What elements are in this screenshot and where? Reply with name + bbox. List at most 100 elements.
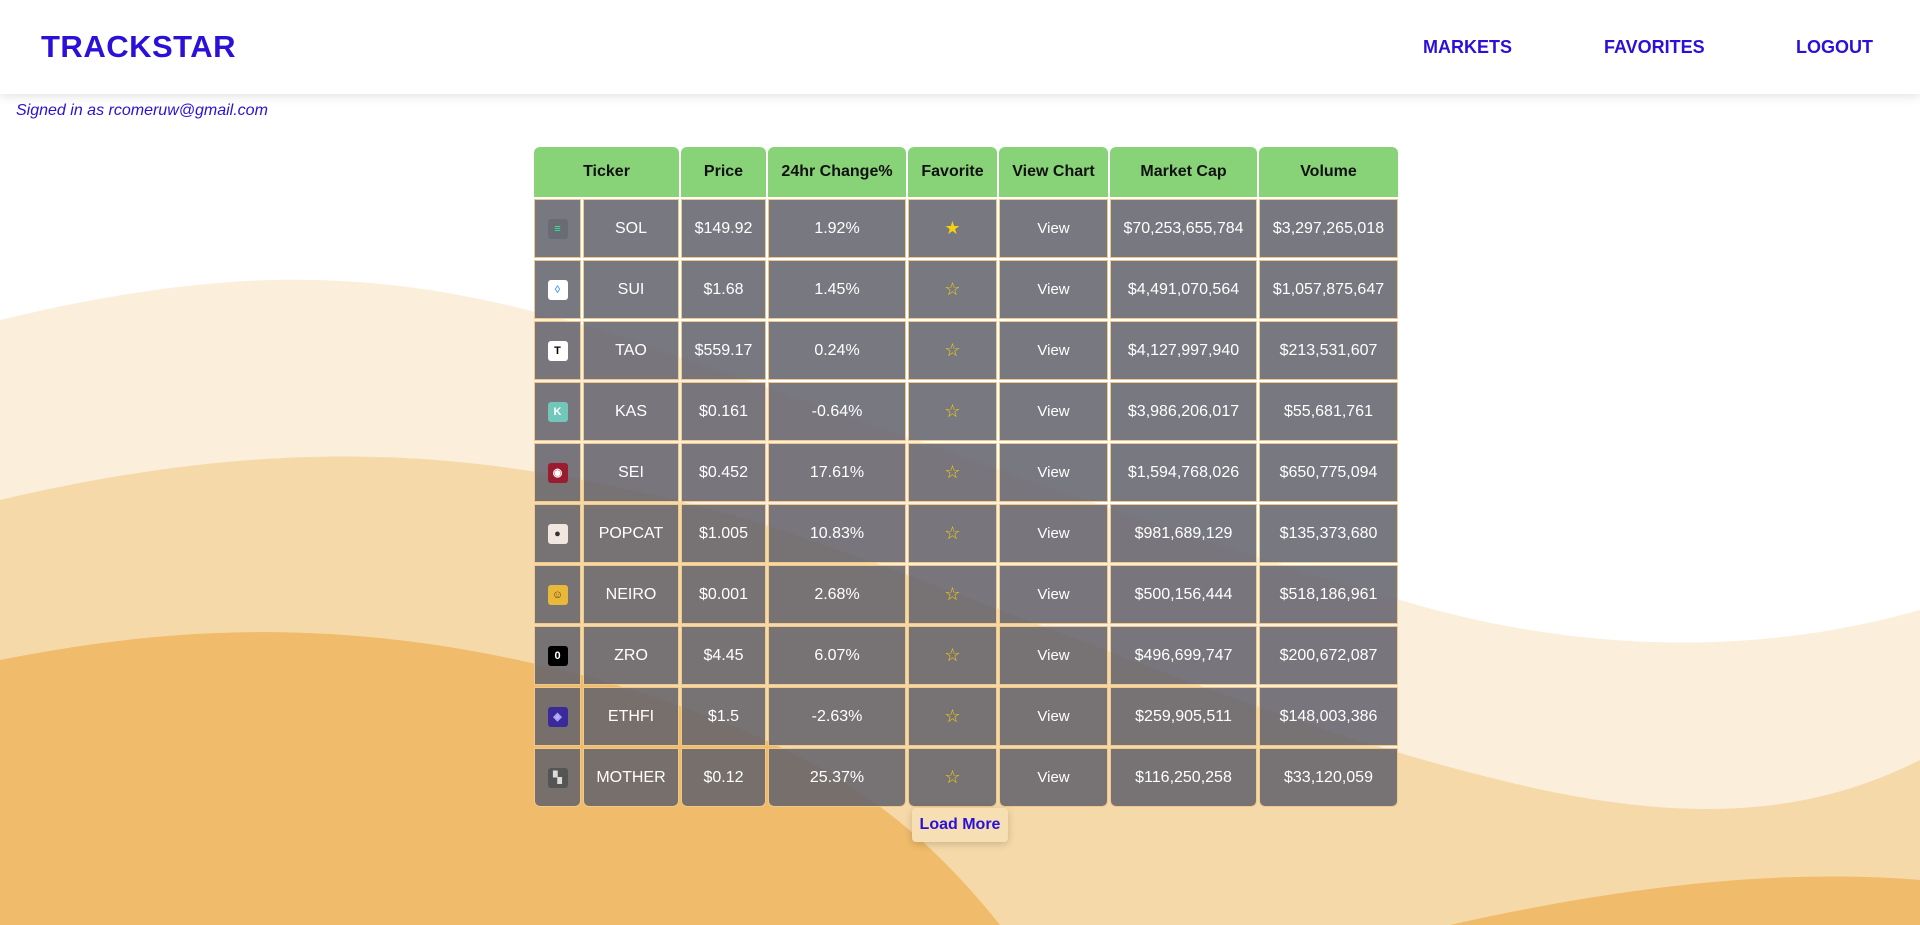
volume-cell: $33,120,059 xyxy=(1259,748,1398,807)
header-ticker[interactable]: Ticker xyxy=(534,147,679,197)
view-chart-link[interactable]: View xyxy=(1037,220,1069,237)
view-chart-cell[interactable]: View xyxy=(999,321,1108,380)
ticker-cell: MOTHER xyxy=(583,748,679,807)
table-row[interactable]: ◈ ETHFI $1.5 -2.63% ☆ View $259,905,511 $148,00… xyxy=(534,687,1398,746)
top-nav-bar: TRACKSTAR MARKETS FAVORITES LOGOUT xyxy=(0,0,1920,94)
star-outline-icon[interactable]: ☆ xyxy=(944,706,960,726)
volume-cell: $650,775,094 xyxy=(1259,443,1398,502)
favorite-cell[interactable]: ☆ xyxy=(908,626,997,685)
view-chart-cell[interactable]: View xyxy=(999,626,1108,685)
table-row[interactable]: ≡ SOL $149.92 1.92% ★ View $70,253,655,784 $3,2… xyxy=(534,199,1398,258)
table-row[interactable]: ◉ SEI $0.452 17.61% ☆ View $1,594,768,026 $650,… xyxy=(534,443,1398,502)
coin-icon-cell: T xyxy=(534,321,581,380)
nav-favorites-link[interactable]: FAVORITES xyxy=(1604,37,1705,58)
price-cell: $559.17 xyxy=(681,321,766,380)
signed-in-status: Signed in as rcomeruw@gmail.com xyxy=(16,102,268,119)
table-row[interactable]: ◊ SUI $1.68 1.45% ☆ View $4,491,070,564 $1,057,… xyxy=(534,260,1398,319)
table-row[interactable]: 0 ZRO $4.45 6.07% ☆ View $496,699,747 $200,672,… xyxy=(534,626,1398,685)
star-outline-icon[interactable]: ☆ xyxy=(944,401,960,421)
star-outline-icon[interactable]: ☆ xyxy=(944,584,960,604)
view-chart-cell[interactable]: View xyxy=(999,504,1108,563)
table-row[interactable]: T TAO $559.17 0.24% ☆ View $4,127,997,940 $213,… xyxy=(534,321,1398,380)
nav-logout-link[interactable]: LOGOUT xyxy=(1796,37,1873,58)
view-chart-cell[interactable]: View xyxy=(999,199,1108,258)
load-more-button[interactable]: Load More xyxy=(912,808,1008,842)
change-cell: 1.92% xyxy=(768,199,906,258)
table-row[interactable]: ● POPCAT $1.005 10.83% ☆ View $981,689,129 $135… xyxy=(534,504,1398,563)
sol-logo-icon: ≡ xyxy=(547,218,568,239)
favorite-cell[interactable]: ☆ xyxy=(908,382,997,441)
volume-cell: $200,672,087 xyxy=(1259,626,1398,685)
view-chart-link[interactable]: View xyxy=(1037,647,1069,664)
view-chart-link[interactable]: View xyxy=(1037,525,1069,542)
nav-markets-link[interactable]: MARKETS xyxy=(1423,37,1512,58)
change-cell: 10.83% xyxy=(768,504,906,563)
price-cell: $0.001 xyxy=(681,565,766,624)
volume-cell: $135,373,680 xyxy=(1259,504,1398,563)
coin-icon-cell: 0 xyxy=(534,626,581,685)
header-favorite[interactable]: Favorite xyxy=(908,147,997,197)
brand-logo[interactable]: TRACKSTAR xyxy=(41,29,236,65)
tao-logo-icon: T xyxy=(547,340,568,361)
view-chart-link[interactable]: View xyxy=(1037,281,1069,298)
favorite-cell[interactable]: ☆ xyxy=(908,748,997,807)
view-chart-link[interactable]: View xyxy=(1037,342,1069,359)
star-outline-icon[interactable]: ☆ xyxy=(944,279,960,299)
table-row[interactable]: ☺ NEIRO $0.001 2.68% ☆ View $500,156,444 $518,1… xyxy=(534,565,1398,624)
coin-icon-cell: ☺ xyxy=(534,565,581,624)
view-chart-cell[interactable]: View xyxy=(999,687,1108,746)
view-chart-link[interactable]: View xyxy=(1037,708,1069,725)
volume-cell: $3,297,265,018 xyxy=(1259,199,1398,258)
header-view-chart[interactable]: View Chart xyxy=(999,147,1108,197)
market-cap-cell: $981,689,129 xyxy=(1110,504,1257,563)
view-chart-cell[interactable]: View xyxy=(999,382,1108,441)
view-chart-cell[interactable]: View xyxy=(999,748,1108,807)
view-chart-cell[interactable]: View xyxy=(999,565,1108,624)
table-header-row: Ticker Price 24hr Change% Favorite View … xyxy=(534,147,1398,197)
view-chart-cell[interactable]: View xyxy=(999,260,1108,319)
coin-icon-cell: K xyxy=(534,382,581,441)
table-row[interactable]: ▚ MOTHER $0.12 25.37% ☆ View $116,250,258 $33,1… xyxy=(534,748,1398,807)
star-outline-icon[interactable]: ☆ xyxy=(944,523,960,543)
star-outline-icon[interactable]: ☆ xyxy=(944,645,960,665)
star-outline-icon[interactable]: ☆ xyxy=(944,462,960,482)
star-outline-icon[interactable]: ☆ xyxy=(944,767,960,787)
star-filled-icon[interactable]: ★ xyxy=(944,218,960,238)
favorite-cell[interactable]: ☆ xyxy=(908,504,997,563)
star-outline-icon[interactable]: ☆ xyxy=(944,340,960,360)
price-cell: $1.5 xyxy=(681,687,766,746)
volume-cell: $1,057,875,647 xyxy=(1259,260,1398,319)
market-cap-cell: $4,127,997,940 xyxy=(1110,321,1257,380)
market-cap-cell: $259,905,511 xyxy=(1110,687,1257,746)
favorite-cell[interactable]: ☆ xyxy=(908,321,997,380)
coin-icon-cell: ◈ xyxy=(534,687,581,746)
coin-icon-cell: ◊ xyxy=(534,260,581,319)
change-cell: -0.64% xyxy=(768,382,906,441)
view-chart-link[interactable]: View xyxy=(1037,403,1069,420)
favorite-cell[interactable]: ★ xyxy=(908,199,997,258)
header-change[interactable]: 24hr Change% xyxy=(768,147,906,197)
header-price[interactable]: Price xyxy=(681,147,766,197)
header-market-cap[interactable]: Market Cap xyxy=(1110,147,1257,197)
view-chart-link[interactable]: View xyxy=(1037,464,1069,481)
favorite-cell[interactable]: ☆ xyxy=(908,443,997,502)
header-volume[interactable]: Volume xyxy=(1259,147,1398,197)
coin-icon-cell: ▚ xyxy=(534,748,581,807)
mother-logo-icon: ▚ xyxy=(547,767,568,788)
view-chart-cell[interactable]: View xyxy=(999,443,1108,502)
table-row[interactable]: K KAS $0.161 -0.64% ☆ View $3,986,206,017 $55,6… xyxy=(534,382,1398,441)
market-cap-cell: $3,986,206,017 xyxy=(1110,382,1257,441)
ticker-cell: SEI xyxy=(583,443,679,502)
coin-icon-cell: ◉ xyxy=(534,443,581,502)
favorite-cell[interactable]: ☆ xyxy=(908,687,997,746)
view-chart-link[interactable]: View xyxy=(1037,769,1069,786)
favorite-cell[interactable]: ☆ xyxy=(908,565,997,624)
favorite-cell[interactable]: ☆ xyxy=(908,260,997,319)
ticker-cell: ZRO xyxy=(583,626,679,685)
price-cell: $149.92 xyxy=(681,199,766,258)
zro-logo-icon: 0 xyxy=(547,645,568,666)
neiro-logo-icon: ☺ xyxy=(547,584,568,605)
view-chart-link[interactable]: View xyxy=(1037,586,1069,603)
ticker-cell: SUI xyxy=(583,260,679,319)
change-cell: 6.07% xyxy=(768,626,906,685)
